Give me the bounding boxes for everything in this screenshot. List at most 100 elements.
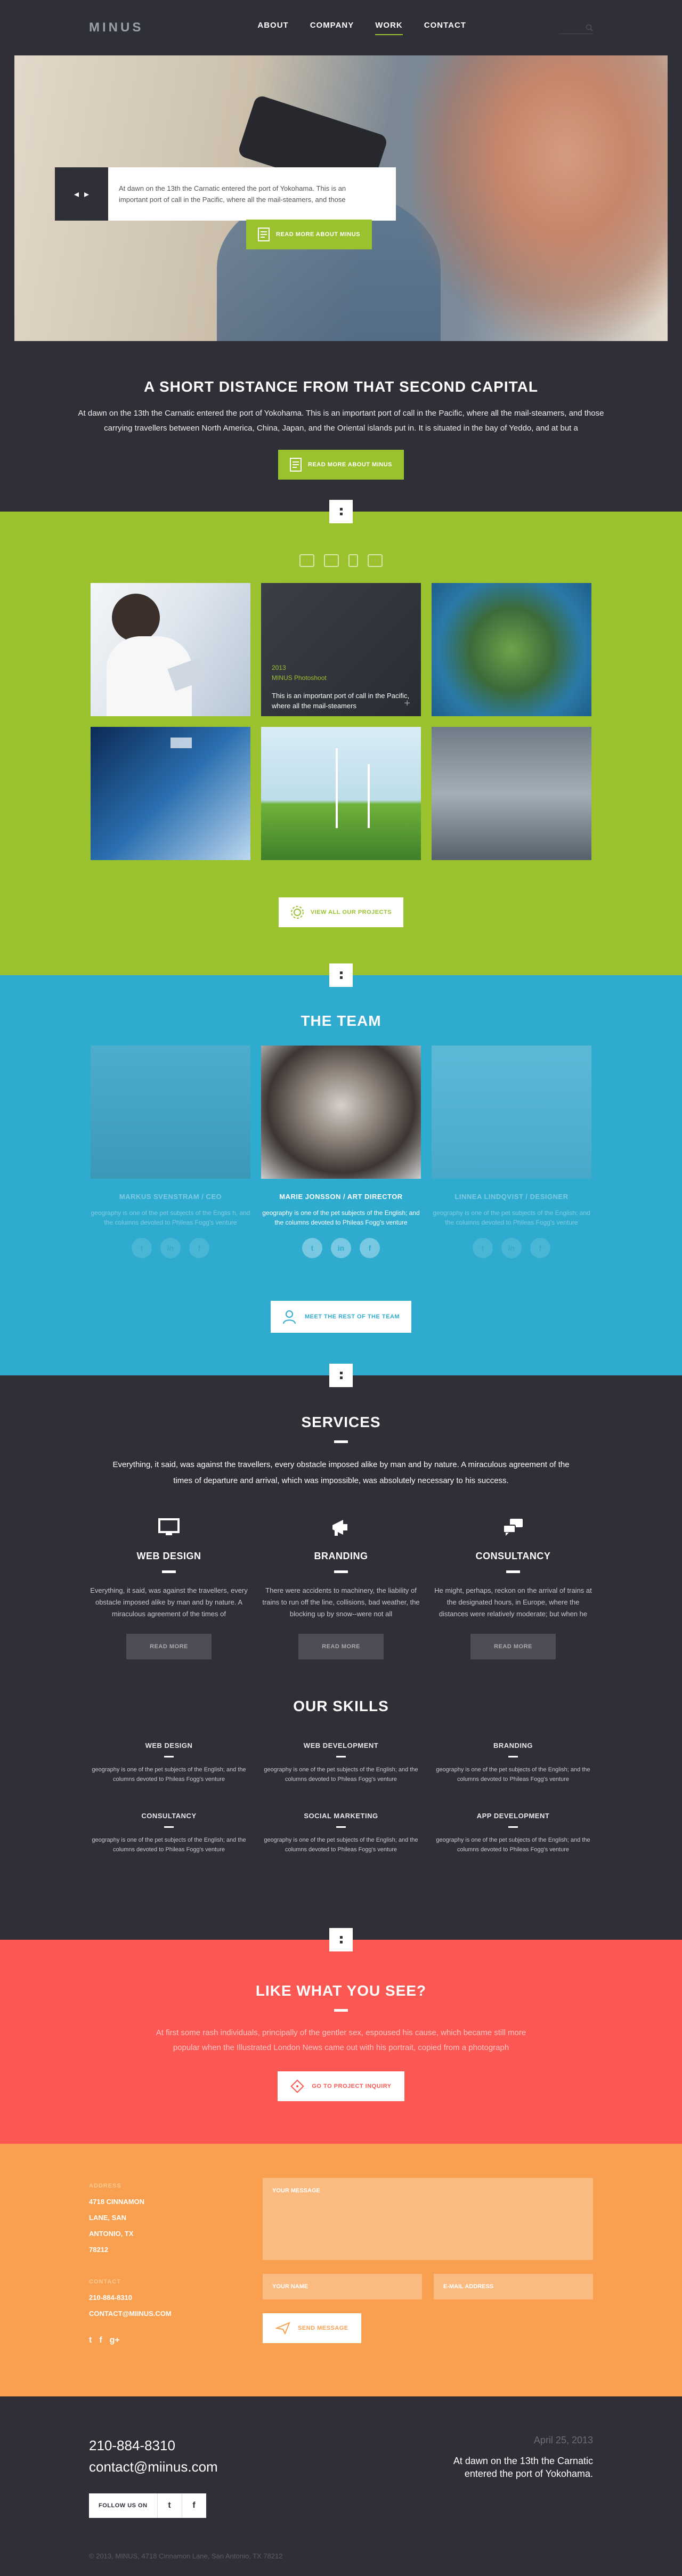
skill-title: WEB DEVELOPMENT [303,1741,379,1749]
plus-icon[interactable]: + [404,698,410,709]
skill-text: geography is one of the pet subjects of … [92,1767,246,1783]
divider [508,1826,518,1828]
facebook-icon[interactable]: f [181,2493,206,2518]
email-input[interactable]: E-MAIL ADDRESS [434,2274,593,2299]
news-date: April 25, 2013 [533,2435,593,2445]
filter-camera-icon[interactable] [324,554,339,567]
hero-read-more-label: READ MORE ABOUT MINUS [276,231,360,238]
linkedin-icon[interactable]: in [331,1238,351,1258]
inquiry-section: LIKE WHAT YOU SEE? At first some rash in… [0,1928,682,2144]
team-cta-wrap: MEET THE REST OF THE TEAM [0,1258,682,1333]
service-text: He might, perhaps, reckon on the arrival… [434,1586,592,1618]
contact-phone[interactable]: 210-884-8310 [89,2290,249,2306]
portfolio-grid: 2013 MINUS Photoshoot This is an importa… [0,583,682,860]
hero-image: At dawn on the 13th the Carnatic entered… [14,55,668,341]
inquiry-text: At first some rash individuals, principa… [156,2028,526,2052]
windmill-shape [368,764,370,828]
skill-item: WEB DEVELOPMENT geography is one of the p… [261,1741,421,1784]
read-more-button[interactable]: READ MORE [298,1634,384,1659]
contact-email[interactable]: CONTACT@MIINUS.COM [89,2306,249,2322]
service-text: There were accidents to machinery, the l… [262,1586,420,1618]
skills-section: OUR SKILLS WEB DESIGN geography is one of… [89,1659,593,1892]
googleplus-icon[interactable]: g+ [110,2332,120,2348]
section-toggle[interactable] [329,963,353,987]
team-title: THE TEAM [301,1012,381,1029]
service-title: BRANDING [314,1551,368,1561]
footer-phone[interactable]: 210-884-8310 [89,2435,218,2456]
portfolio-tile-maze[interactable] [432,727,591,860]
filter-phone-icon[interactable] [348,554,358,567]
twitter-icon[interactable]: t [473,1238,493,1258]
filter-video-icon[interactable] [368,554,383,567]
contact-section: ADDRESS 4718 CINNAMON LANE, SAN ANTONIO,… [0,2144,682,2396]
search-icon[interactable] [586,24,593,31]
divider [334,1440,348,1443]
user-icon [282,1310,296,1324]
address-line: ANTONIO, TX [89,2230,134,2238]
nav-work[interactable]: WORK [375,21,403,35]
skill-title: SOCIAL MARKETING [304,1812,378,1820]
send-message-label: SEND MESSAGE [298,2325,348,2331]
intro-read-more-label: READ MORE ABOUT MINUS [308,461,392,468]
document-icon [258,228,270,241]
portfolio-tile-planet[interactable] [432,583,591,716]
next-arrow-icon[interactable]: ▸ [84,189,89,200]
team-member: LINNEA LINDQVIST / DESIGNER geography is… [432,1046,591,1258]
portfolio-tile-featured[interactable]: 2013 MINUS Photoshoot This is an importa… [261,583,421,716]
news-quote[interactable]: At dawn on the 13th the Carnatic entered… [439,2455,593,2480]
facebook-icon[interactable]: f [99,2332,102,2348]
facebook-icon[interactable]: f [360,1238,380,1258]
linkedin-icon[interactable]: in [160,1238,181,1258]
intro-section: A SHORT DISTANCE FROM THAT SECOND CAPITA… [0,341,682,512]
chat-bubbles-icon [503,1519,523,1536]
main-nav: ABOUT COMPANY WORK CONTACT [257,21,466,35]
inquiry-title: LIKE WHAT YOU SEE? [255,1982,427,1999]
portfolio-tile-windmills[interactable] [261,727,421,860]
twitter-icon[interactable]: t [302,1238,322,1258]
read-more-button[interactable]: READ MORE [470,1634,556,1659]
nav-contact[interactable]: CONTACT [424,21,466,35]
facebook-icon[interactable]: f [189,1238,209,1258]
name-input[interactable]: YOUR NAME [263,2274,422,2299]
hero-caption-text: At dawn on the 13th the Carnatic entered… [119,184,346,204]
footer-email[interactable]: contact@miinus.com [89,2456,218,2477]
nav-company[interactable]: COMPANY [310,21,354,35]
read-more-button[interactable]: READ MORE [126,1634,212,1659]
nav-about[interactable]: ABOUT [257,21,288,35]
section-toggle[interactable] [329,1364,353,1387]
address-line: 78212 [89,2246,109,2254]
filter-monitor-icon[interactable] [299,554,314,567]
portfolio-tile-tablet-woman[interactable] [91,583,250,716]
service-text: Everything, it said, was against the tra… [90,1586,248,1618]
intro-read-more-button[interactable]: READ MORE ABOUT MINUS [278,450,404,480]
section-toggle[interactable] [329,500,353,523]
twitter-icon[interactable]: t [157,2493,182,2518]
address-line: LANE, SAN [89,2214,127,2222]
logo[interactable]: MINUS [89,20,143,35]
project-inquiry-button[interactable]: GO TO PROJECT INQUIRY [278,2071,404,2101]
address-line: 4718 CINNAMON [89,2198,145,2206]
windmill-shape [336,748,338,828]
follow-label: FOLLOW US ON [89,2493,157,2518]
team-section: THE TEAM MARKUS SVENSTRAM / CEO geograph… [0,963,682,1375]
message-textarea[interactable]: YOUR MESSAGE [263,2178,593,2260]
meet-team-button[interactable]: MEET THE REST OF THE TEAM [270,1301,412,1333]
twitter-icon[interactable]: t [89,2332,92,2348]
divider [164,1826,174,1828]
facebook-icon[interactable]: f [530,1238,550,1258]
view-all-projects-button[interactable]: VIEW ALL OUR PROJECTS [278,897,404,927]
section-toggle[interactable] [329,1928,353,1951]
send-message-button[interactable]: SEND MESSAGE [263,2313,361,2343]
skill-text: geography is one of the pet subjects of … [92,1837,246,1853]
portfolio-cta-wrap: VIEW ALL OUR PROJECTS [0,897,682,927]
photo-head-shape [112,594,160,642]
linkedin-icon[interactable]: in [501,1238,522,1258]
portfolio-tile-touchscreen[interactable] [91,727,250,860]
skill-text: geography is one of the pet subjects of … [264,1767,418,1783]
member-name: MARKUS SVENSTRAM / CEO [119,1193,222,1201]
avatar [91,1046,250,1179]
search-input[interactable] [558,21,593,34]
hero-read-more-button[interactable]: READ MORE ABOUT MINUS [246,220,372,249]
twitter-icon[interactable]: t [132,1238,152,1258]
prev-arrow-icon[interactable]: ◂ [74,189,79,200]
